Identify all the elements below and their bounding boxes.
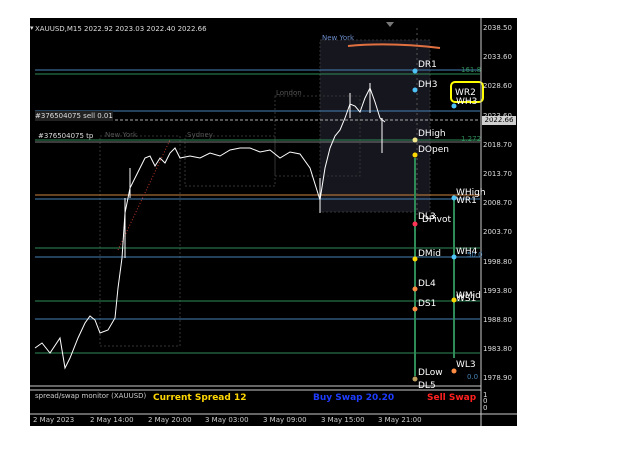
wl3-label: WL3 [456, 360, 476, 370]
session-sydney: Sydney [187, 131, 213, 139]
time-tick-label: 3 May 15:00 [321, 416, 365, 424]
chart-window[interactable]: XAUUSD,M15 2022.92 2023.03 2022.40 2022.… [30, 18, 517, 426]
time-tick-label: 2 May 20:00 [148, 416, 192, 424]
buy-swap: Buy Swap 20.20 [313, 393, 395, 403]
price-tick-label: 2013.70 [483, 170, 512, 178]
sub-axis-bottom: 0 [483, 404, 488, 412]
ws1-label: WS1 [456, 294, 477, 304]
price-tick-label: 1983.80 [483, 345, 512, 354]
time-tick-label: 2 May 2023 [33, 416, 75, 424]
dmid-dot [412, 256, 418, 262]
price-tick-label: 1988.80 [483, 316, 512, 324]
dl5-label: DL5 [418, 381, 436, 391]
symbol-header: XAUUSD,M15 2022.92 2023.03 2022.40 2022.… [35, 25, 207, 33]
price-tick-label: 2018.70 [483, 140, 512, 149]
session-london: London [276, 89, 302, 97]
current-spread: Current Spread 12 [153, 393, 247, 403]
price-tick-label: 2003.70 [483, 228, 512, 237]
wr1-label: WR1 [456, 196, 477, 206]
symbol-dropdown-icon[interactable]: ▾ [30, 24, 34, 32]
dmid-label: DMid [418, 249, 441, 259]
ds1-dot [412, 306, 418, 312]
dlow-dot [412, 376, 418, 382]
sell-order-label[interactable]: #376504075 sell 0.01 [35, 111, 113, 121]
dh3-dot [412, 87, 418, 93]
dl4-label: DL4 [418, 279, 436, 289]
fib-1272-label: 1.272 [461, 135, 482, 143]
dopen-dot [412, 152, 418, 158]
session-ny-top: New York [322, 34, 355, 42]
time-tick-label: 3 May 09:00 [263, 416, 307, 424]
dpivot-dot [412, 221, 418, 227]
screenshot-frame: XAUUSD,M15 2022.92 2023.03 2022.40 2022.… [0, 0, 625, 456]
ds1-label: DS1 [418, 299, 437, 309]
dpivot-label: DPivot [422, 215, 452, 225]
dr1-dot [412, 68, 418, 74]
price-tick-label: 1998.80 [483, 257, 512, 266]
price-tick-label: 2028.60 [483, 82, 512, 91]
fib-50-label: 50.0 [467, 251, 483, 259]
price-tick-label: 2008.70 [483, 199, 512, 208]
price-tick-label: 2023.60 [483, 111, 512, 120]
fib-1618-label: 161.8 [461, 66, 482, 74]
price-tick-label: 2038.50 [483, 24, 512, 32]
sydney-session-box [184, 135, 276, 187]
session-ny-left: New York [105, 131, 138, 139]
price-tick-label: 1978.90 [483, 374, 512, 383]
fib-0-label: 0.0 [467, 373, 479, 381]
time-tick-label: 3 May 21:00 [378, 416, 422, 424]
dh3-label: DH3 [418, 80, 438, 90]
price-tick-label: 1993.80 [483, 286, 512, 295]
scroll-marker-icon[interactable] [386, 22, 394, 27]
sell-swap: Sell Swap [427, 393, 477, 403]
new-york-session-box [319, 39, 431, 213]
dhigh-label: DHigh [418, 129, 446, 139]
dlow-label: DLow [418, 368, 443, 378]
dhigh-dot [412, 137, 418, 143]
wh3-label: WH3 [456, 97, 478, 107]
tp-label[interactable]: #376504075 tp [38, 131, 93, 141]
price-tick-label: 2033.60 [483, 53, 512, 62]
dopen-label: DOpen [418, 145, 449, 155]
dr1-label: DR1 [418, 60, 437, 70]
dl4-dot [412, 286, 418, 292]
time-tick-label: 3 May 03:00 [205, 416, 249, 424]
subwindow-title: spread/swap monitor (XAUUSD) [35, 392, 147, 400]
time-axis[interactable]: 2 May 2023 2 May 14:00 2 May 20:00 3 May 03… [30, 416, 480, 426]
time-tick-label: 2 May 14:00 [90, 416, 134, 424]
